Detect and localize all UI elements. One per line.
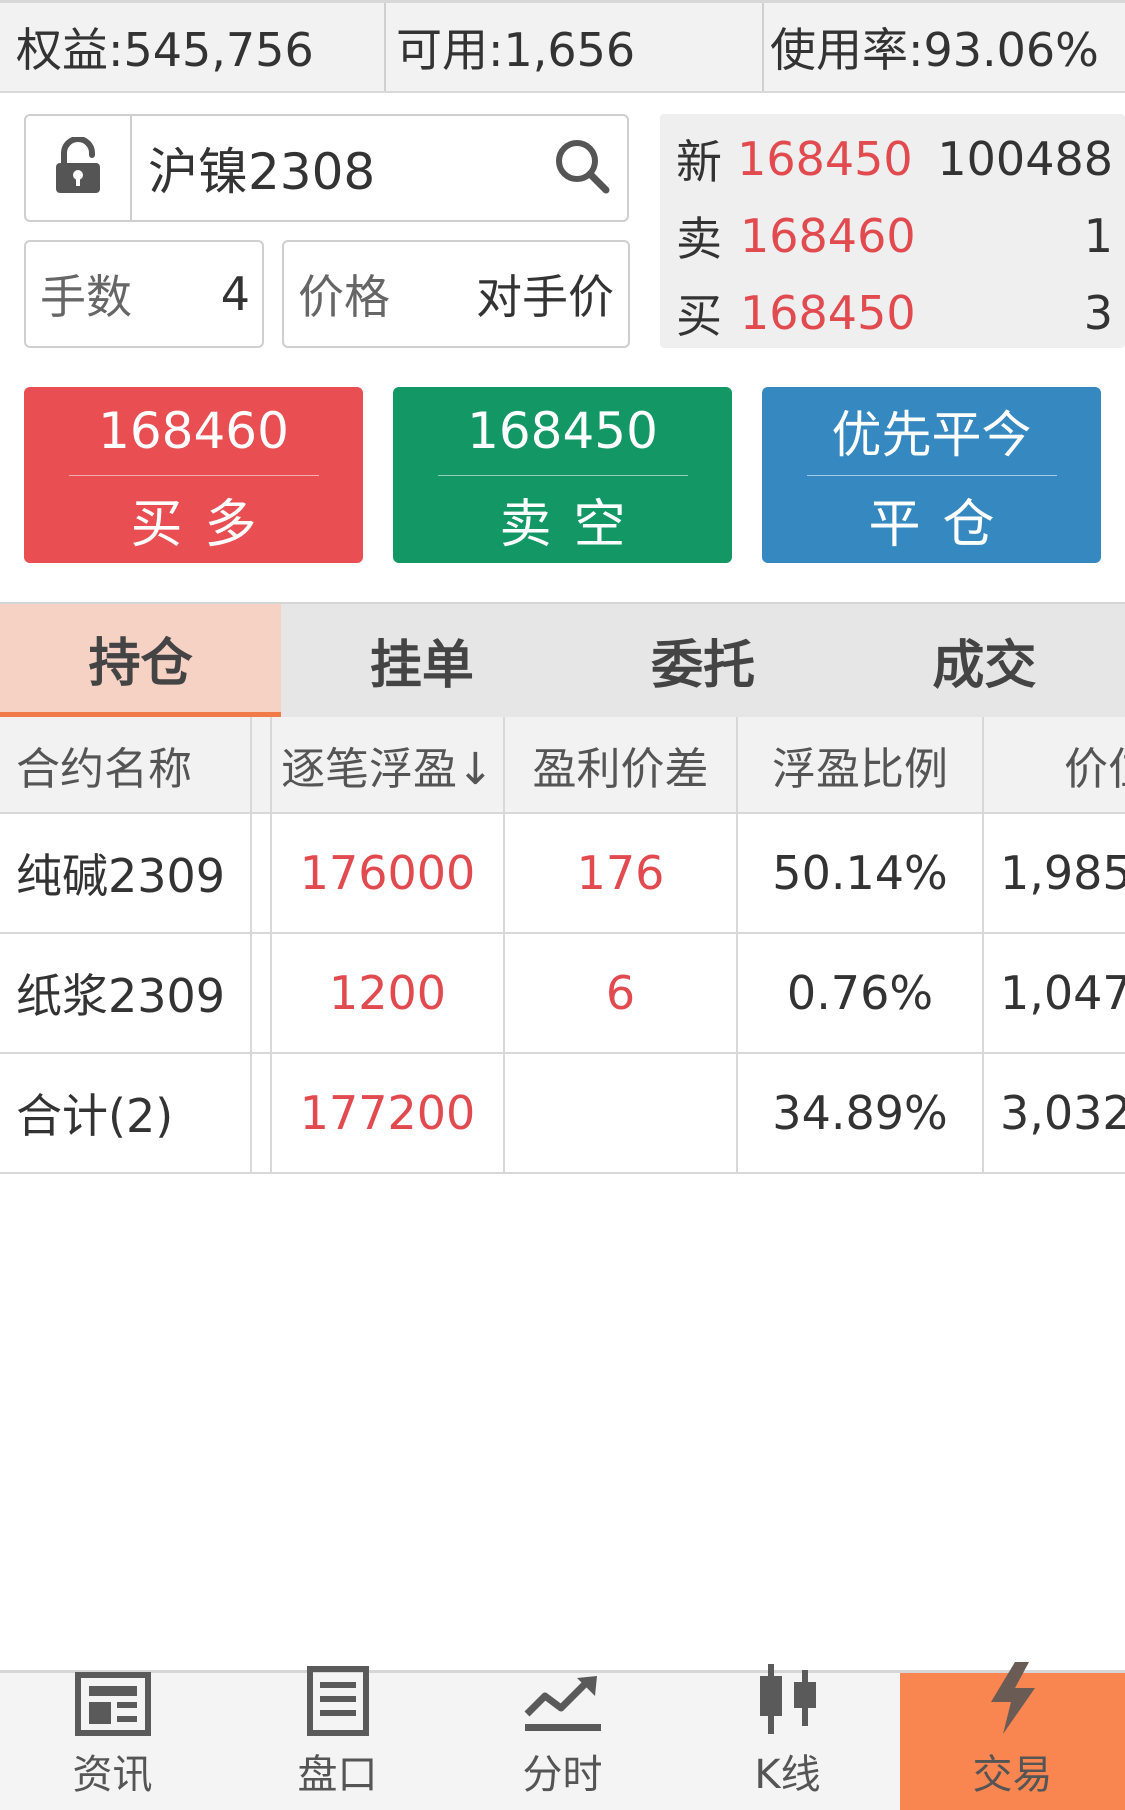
cell-pnl-ratio: 50.14% xyxy=(738,814,984,932)
lightning-icon xyxy=(985,1660,1041,1736)
cell-total-label: 合计(2) xyxy=(0,1054,252,1172)
sell-short-button[interactable]: 168450 卖空 xyxy=(393,387,732,563)
cell-total-ratio: 34.89% xyxy=(738,1054,984,1172)
cell-float-pnl: 176000 xyxy=(272,814,505,932)
cell-price: 1,047 xyxy=(1000,966,1125,1020)
nav-kline-label: K线 xyxy=(754,1752,821,1798)
orderbook-icon xyxy=(306,1666,369,1736)
quote-volume: 3 xyxy=(1083,285,1113,340)
account-bar: 权益:545,756 可用:1,656 使用率:93.06% xyxy=(0,0,1125,93)
column-gap xyxy=(252,814,272,932)
quote-label: 卖 xyxy=(676,211,722,266)
unlock-icon xyxy=(52,136,104,199)
lots-field[interactable]: 手数 4 xyxy=(24,240,264,348)
lots-value[interactable]: 4 xyxy=(221,267,250,321)
cell-contract-name: 纯碱2309 xyxy=(0,814,252,932)
contract-name[interactable]: 沪镍2308 xyxy=(132,132,537,204)
available-value: 可用:1,656 xyxy=(386,3,764,91)
cell-total-diff xyxy=(505,1054,738,1172)
cell-pnl-ratio: 0.76% xyxy=(738,934,984,1052)
table-total-row: 合计(2) 177200 34.89% 3,032 xyxy=(0,1054,1125,1174)
cell-price: 1,985 xyxy=(1000,846,1125,900)
header-pnl-ratio[interactable]: 浮盈比例 xyxy=(738,717,984,812)
quote-price: 168450 xyxy=(740,285,916,340)
nav-trade[interactable]: 交易 xyxy=(900,1662,1125,1810)
quote-volume: 1 xyxy=(1083,208,1113,263)
header-price[interactable]: 价位 xyxy=(984,717,1125,812)
quote-price: 168450 xyxy=(737,131,913,186)
cell-contract-name: 纸浆2309 xyxy=(0,934,252,1052)
equity-value: 权益:545,756 xyxy=(0,3,386,91)
sell-price: 168450 xyxy=(467,402,658,460)
cell-total-price: 3,032 xyxy=(1000,1086,1125,1140)
header-profit-diff[interactable]: 盈利价差 xyxy=(505,717,738,812)
tab-pending-orders[interactable]: 挂单 xyxy=(281,604,562,717)
nav-timeshare-label: 分时 xyxy=(522,1752,603,1798)
tab-positions[interactable]: 持仓 xyxy=(0,604,282,717)
lock-toggle-button[interactable] xyxy=(26,116,132,220)
tab-bar: 持仓 挂单 委托 成交 xyxy=(0,602,1125,717)
tab-orders[interactable]: 委托 xyxy=(563,604,844,717)
buy-label: 买多 xyxy=(130,495,279,555)
quote-row-last: 新 168450 100488 xyxy=(660,120,1125,197)
quote-label: 买 xyxy=(676,288,722,343)
quote-price: 168460 xyxy=(740,208,916,263)
nav-trade-label: 交易 xyxy=(972,1752,1053,1798)
tab-trades[interactable]: 成交 xyxy=(844,604,1125,717)
timeshare-icon xyxy=(523,1672,603,1736)
cell-float-pnl: 1200 xyxy=(272,934,505,1052)
cell-profit-diff: 6 xyxy=(505,934,738,1052)
close-mode: 优先平今 xyxy=(831,406,1032,464)
contract-selector[interactable]: 沪镍2308 xyxy=(24,114,629,222)
positions-table: 合约名称 逐笔浮盈↓ 盈利价差 浮盈比例 价位 纯碱2309 176000 17… xyxy=(0,717,1125,1174)
table-row[interactable]: 纸浆2309 1200 6 0.76% 1,047 xyxy=(0,934,1125,1054)
price-type-value[interactable]: 对手价 xyxy=(476,261,614,327)
nav-orderbook-label: 盘口 xyxy=(297,1752,378,1798)
bottom-nav: 资讯 盘口 分时 K线 交易 xyxy=(0,1662,1125,1810)
cell-profit-diff: 176 xyxy=(505,814,738,932)
price-label: 价格 xyxy=(298,270,390,324)
header-contract-name[interactable]: 合约名称 xyxy=(0,717,252,812)
column-gap xyxy=(252,717,272,812)
table-row[interactable]: 纯碱2309 176000 176 50.14% 1,985 xyxy=(0,814,1125,934)
quote-label: 新 xyxy=(676,134,722,189)
lots-label: 手数 xyxy=(40,270,132,324)
column-gap xyxy=(252,934,272,1052)
nav-orderbook[interactable]: 盘口 xyxy=(225,1666,450,1810)
price-field[interactable]: 价格 对手价 xyxy=(282,240,630,348)
close-label: 平仓 xyxy=(868,495,1017,555)
header-float-pnl[interactable]: 逐笔浮盈↓ xyxy=(272,717,505,812)
quote-row-ask: 卖 168460 1 xyxy=(660,197,1125,274)
quote-volume: 100488 xyxy=(937,131,1113,186)
quote-row-bid: 买 168450 3 xyxy=(660,274,1125,351)
close-position-button[interactable]: 优先平今 平仓 xyxy=(762,387,1101,563)
nav-kline[interactable]: K线 xyxy=(675,1664,900,1810)
news-icon xyxy=(74,1672,151,1736)
column-gap xyxy=(252,1054,272,1172)
sell-label: 卖空 xyxy=(499,495,648,555)
search-button[interactable] xyxy=(537,116,627,220)
buy-long-button[interactable]: 168460 买多 xyxy=(24,387,363,563)
quote-panel: 新 168450 100488 卖 168460 1 买 168450 3 xyxy=(660,114,1125,348)
usage-rate-value: 使用率:93.06% xyxy=(770,23,1099,77)
table-header: 合约名称 逐笔浮盈↓ 盈利价差 浮盈比例 价位 xyxy=(0,717,1125,814)
nav-news-label: 资讯 xyxy=(72,1752,153,1798)
candlestick-icon xyxy=(748,1662,828,1736)
search-icon xyxy=(553,137,611,199)
buy-price: 168460 xyxy=(98,402,289,460)
nav-timeshare[interactable]: 分时 xyxy=(450,1673,675,1810)
cell-total-pnl: 177200 xyxy=(272,1054,505,1172)
nav-news[interactable]: 资讯 xyxy=(0,1672,225,1810)
